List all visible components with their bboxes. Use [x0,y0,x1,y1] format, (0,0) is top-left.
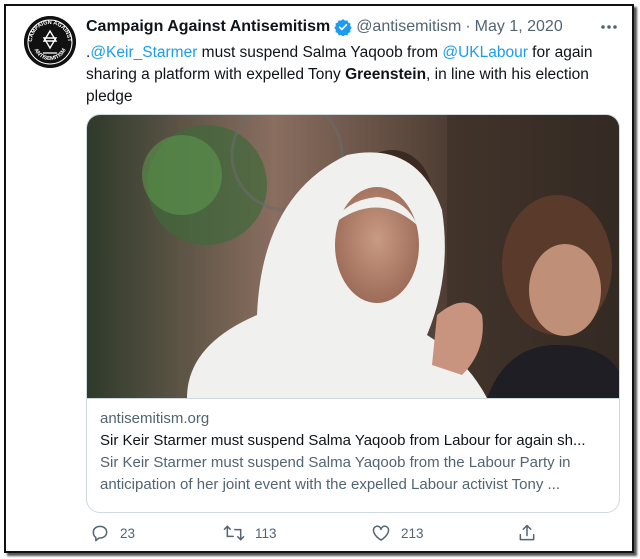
card-body[interactable]: antisemitism.org Sir Keir Starmer must s… [87,398,619,512]
retweet-count: 113 [255,525,277,541]
tweet-text: .@Keir_Starmer must suspend Salma Yaqoob… [86,42,616,108]
tweet-actions: 23 113 213 [86,518,616,548]
mention-keir-starmer[interactable]: @Keir_Starmer [90,44,197,61]
tweet-date[interactable]: May 1, 2020 [475,18,563,36]
text-part: must suspend Salma Yaqoob from [197,44,443,61]
share-button[interactable] [517,523,537,543]
card-domain: antisemitism.org [100,410,210,427]
retweet-icon [223,525,245,541]
text-bold: Greenstein [345,66,427,83]
campaign-logo: CAMPAIGN AGAINST ANTISEMITISM [24,16,76,68]
verified-badge-icon [334,18,352,36]
like-button[interactable]: 213 [371,523,424,543]
header-separator: · [465,18,471,35]
heart-icon [372,525,390,541]
author-display-name[interactable]: Campaign Against Antisemitism [86,18,330,36]
card-title: Sir Keir Starmer must suspend Salma Yaqo… [100,432,586,449]
card-description: Sir Keir Starmer must suspend Salma Yaqo… [100,454,571,493]
reply-count: 23 [120,525,136,541]
like-count: 213 [401,525,424,541]
reply-icon [92,525,108,542]
tweet-header: Campaign Against Antisemitism @antisemit… [86,16,622,38]
link-card[interactable]: antisemitism.org Sir Keir Starmer must s… [86,114,620,513]
avatar[interactable]: CAMPAIGN AGAINST ANTISEMITISM [24,16,76,68]
card-image[interactable] [87,115,619,398]
reply-button[interactable]: 23 [90,523,135,543]
share-icon [519,524,535,541]
tweet-frame: CAMPAIGN AGAINST ANTISEMITISM Campaign A… [4,4,634,553]
retweet-button[interactable]: 113 [223,523,277,543]
mention-uklabour[interactable]: @UKLabour [442,44,528,61]
author-handle[interactable]: @antisemitism [356,18,461,36]
more-options-icon[interactable] [598,16,620,38]
